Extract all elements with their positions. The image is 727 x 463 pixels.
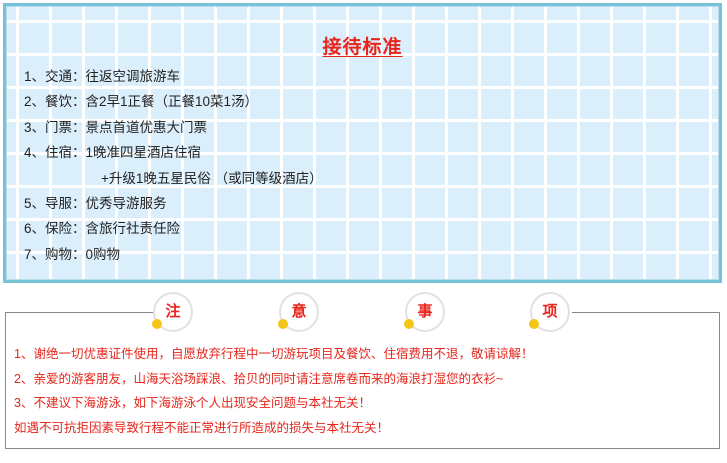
- notice-item: 3、不建议下海游泳，如下海游泳个人出现安全问题与本社无关！: [14, 396, 371, 410]
- standard-item-tickets: 3、门票：景点首道优惠大门票: [24, 119, 208, 135]
- notice-badge-char: 事: [417, 303, 433, 320]
- notice-item: 1、谢绝一切优惠证件使用，自愿放弃行程中一切游玩项目及餐饮、住宿费用不退，敬请谅…: [14, 347, 534, 361]
- badge-dot-icon: [278, 319, 288, 329]
- notice-list: 1、谢绝一切优惠证件使用，自愿放弃行程中一切游玩项目及餐饮、住宿费用不退，敬请谅…: [14, 342, 533, 440]
- standard-item-insurance: 6、保险：含旅行社责任险: [24, 221, 181, 237]
- standard-item-hotel: 4、住宿：1晚准四星酒店住宿: [24, 145, 202, 161]
- standards-list: 1、交通：往返空调旅游车 2、餐饮：含2早1正餐（正餐10菜1汤） 3、门票：景…: [24, 64, 323, 267]
- standard-item-guide: 5、导服：优秀导游服务: [24, 195, 167, 211]
- badge-dot-icon: [404, 319, 414, 329]
- standards-panel: 接待标准 1、交通：往返空调旅游车 2、餐饮：含2早1正餐（正餐10菜1汤） 3…: [3, 3, 722, 283]
- standard-item-meals: 2、餐饮：含2早1正餐（正餐10菜1汤）: [24, 94, 259, 110]
- standards-title: 接待标准: [322, 37, 403, 58]
- notice-divider-right: [572, 312, 719, 313]
- badge-dot-icon: [152, 319, 162, 329]
- notice-badge-char: 注: [165, 303, 181, 320]
- notice-item: 如遇不可抗拒因素导致行程不能正常进行所造成的损失与本社无关！: [14, 420, 390, 435]
- notice-item: 2、亲爱的游客朋友，山海天浴场踩浪、拾贝的同时请注意席卷而来的海浪打湿您的衣衫~: [14, 371, 504, 386]
- notice-badge-char: 意: [291, 303, 307, 320]
- notice-badge: 意: [278, 292, 319, 332]
- standard-item-hotel-upgrade: +升级1晚五星民俗 （或同等级酒店）: [101, 170, 323, 186]
- notice-badge: 注: [152, 292, 193, 332]
- notice-badge-char: 项: [542, 303, 558, 320]
- standard-item-transport: 1、交通：往返空调旅游车: [24, 69, 181, 84]
- badge-dot-icon: [529, 319, 539, 329]
- notice-badge: 项: [529, 292, 570, 332]
- notice-divider-left: [5, 312, 153, 313]
- standard-item-shopping: 7、购物：0购物: [24, 246, 121, 262]
- notice-badge: 事: [404, 292, 445, 332]
